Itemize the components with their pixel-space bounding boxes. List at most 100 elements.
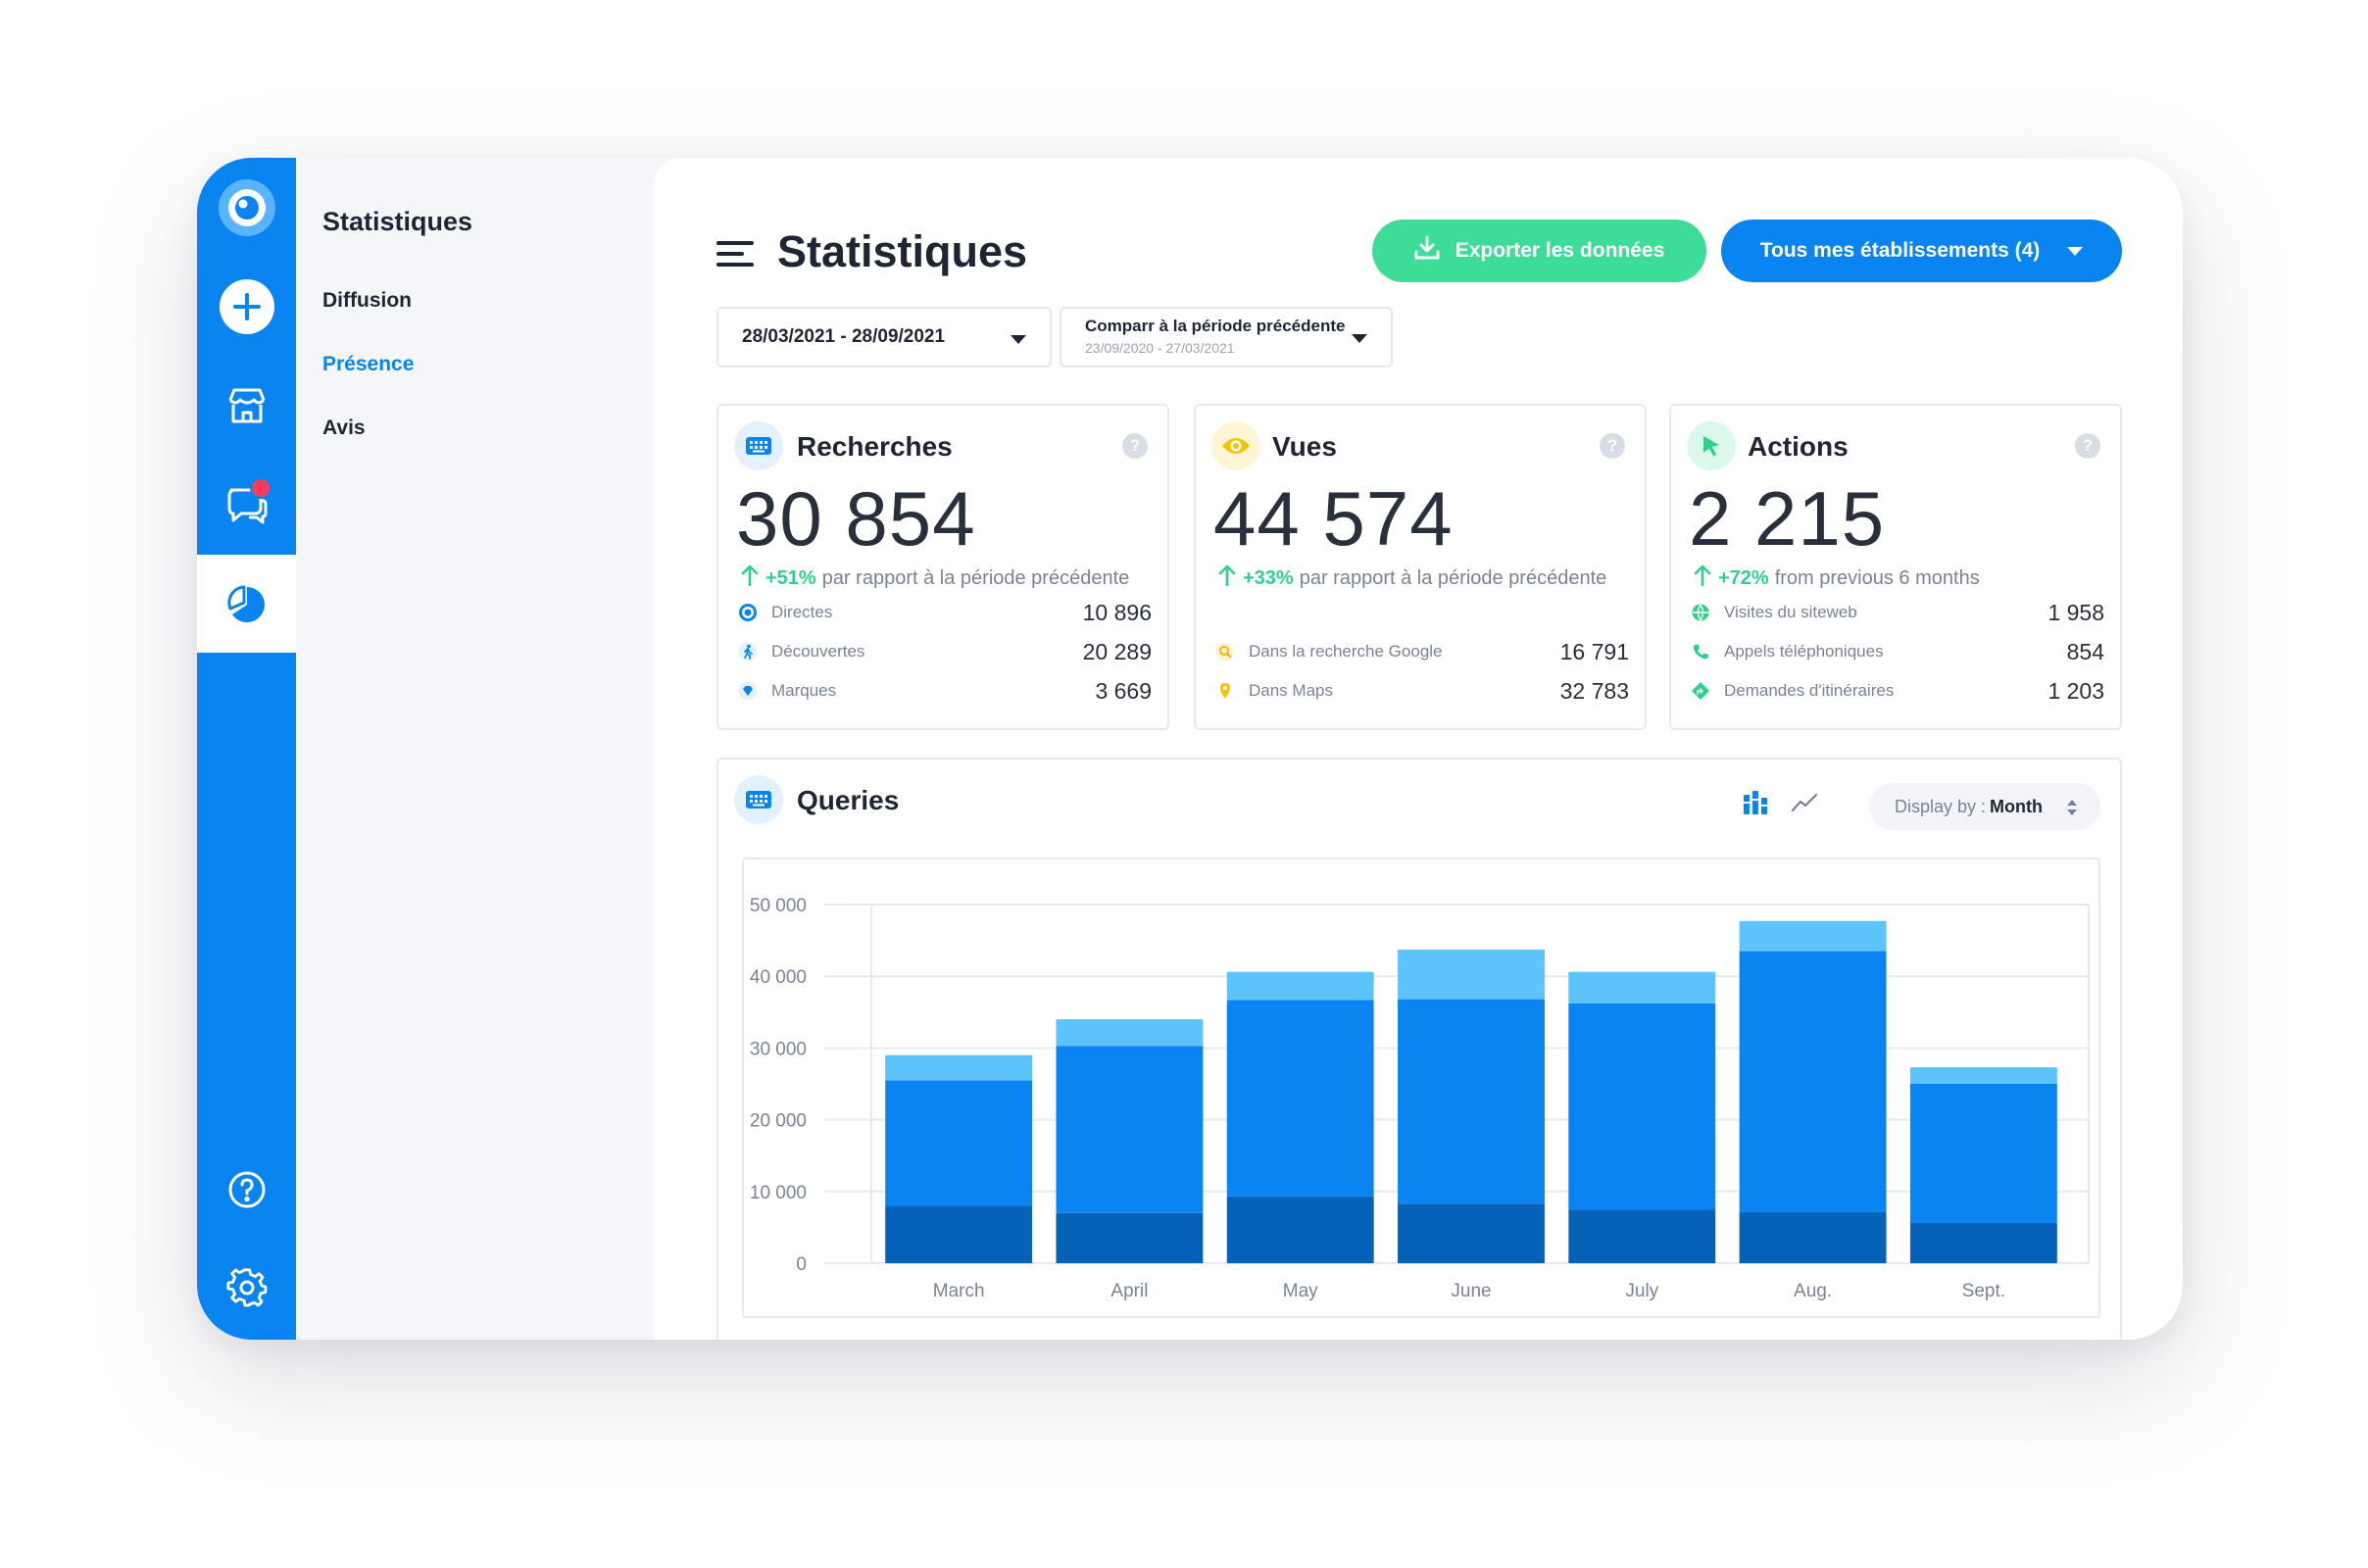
gear-icon <box>225 1267 268 1308</box>
row-label: Découvertes <box>771 642 865 661</box>
y-tick-label: 40 000 <box>750 967 807 988</box>
card-row: Visites du siteweb 1 958 <box>1689 598 2104 627</box>
all-stores-dropdown[interactable]: Tous mes établissements (4) <box>1721 220 2122 282</box>
delta-text: from previous 6 months <box>1774 566 1980 589</box>
diamond-icon <box>736 679 760 703</box>
bar-segment <box>1398 1203 1545 1263</box>
bar-segment <box>1739 951 1887 1213</box>
subnav-item-avis[interactable]: Avis <box>322 416 366 440</box>
rail-settings-button[interactable] <box>197 1238 296 1337</box>
notification-dot <box>250 477 271 499</box>
delta-text: par rapport à la période précédente <box>821 566 1130 589</box>
question-icon[interactable]: ? <box>1600 433 1625 459</box>
y-tick-label: 10 000 <box>750 1183 807 1203</box>
card-row: Marques 3 669 <box>736 676 1152 706</box>
walker-icon <box>736 640 760 663</box>
bar-segment <box>885 1205 1033 1263</box>
card-value: 44 574 <box>1213 475 1454 562</box>
row-value: 3 669 <box>1095 677 1152 704</box>
delta-percent: +33% <box>1243 566 1294 589</box>
subnav-item-presence[interactable]: Présence <box>322 353 414 376</box>
y-tick-label: 0 <box>796 1254 807 1275</box>
display-by-value: Month <box>1990 796 2044 816</box>
bar-chart-icon <box>1742 789 1769 821</box>
rail-logo[interactable] <box>197 158 296 257</box>
stat-card-vues: Vues ? 44 574 +33% par rapport à la péri… <box>1194 404 1647 730</box>
caret-down-icon <box>1011 335 1026 344</box>
stat-card-actions: Actions ? 2 215 +72% from previous 6 mon… <box>1669 404 2122 730</box>
export-data-button[interactable]: Exporter les données <box>1372 220 1706 282</box>
row-value: 1 958 <box>2047 599 2104 625</box>
icon-rail <box>197 158 296 1340</box>
delta-percent: +72% <box>1718 566 1769 589</box>
arrow-up-icon <box>1693 564 1712 592</box>
row-value: 854 <box>2066 638 2104 664</box>
rail-messages-button[interactable] <box>197 455 296 554</box>
menu-icon[interactable] <box>716 240 754 268</box>
card-title: Recherches <box>797 431 953 462</box>
bar-chart-toggle[interactable] <box>1740 789 1771 820</box>
queries-panel: Queries Display by : Month 50 000 40 000… <box>716 758 2122 1340</box>
question-icon[interactable]: ? <box>1122 433 1148 459</box>
bar-cap <box>885 1054 1033 1063</box>
row-label: Appels téléphoniques <box>1724 642 1884 661</box>
caret-down-icon <box>1352 334 1367 343</box>
globe-icon <box>1689 601 1712 624</box>
stat-card-recherches: Recherches ? 30 854 +51% par rapport à l… <box>716 404 1169 730</box>
bar-segment <box>1909 1223 2057 1263</box>
rail-add-button[interactable] <box>197 257 296 356</box>
page-title: Statistiques <box>777 226 1028 276</box>
card-row: Appels téléphoniques 854 <box>1689 637 2104 666</box>
card-value: 30 854 <box>736 475 976 562</box>
card-row: Demandes d'itinéraires 1 203 <box>1689 676 2104 706</box>
rail-help-button[interactable] <box>197 1140 296 1239</box>
rail-store-button[interactable] <box>197 356 296 455</box>
row-label: Directes <box>771 603 833 621</box>
compare-period-select[interactable]: Comparr à la période précédente 23/09/20… <box>1060 307 1393 368</box>
card-row: Directes 10 896 <box>736 598 1152 627</box>
bar-segment <box>1398 999 1545 1204</box>
bar-segment <box>1568 1004 1716 1210</box>
date-range-value: 28/03/2021 - 28/09/2021 <box>742 326 946 347</box>
x-tick-label: Sept. <box>1962 1281 2005 1301</box>
row-label: Demandes d'itinéraires <box>1724 681 1895 700</box>
card-value: 2 215 <box>1689 475 1886 562</box>
subnav-item-diffusion[interactable]: Diffusion <box>322 289 412 313</box>
delta-text: par rapport à la période précédente <box>1299 566 1607 589</box>
all-stores-label: Tous mes établissements (4) <box>1759 239 2041 262</box>
display-by-prefix: Display by : <box>1895 796 1987 816</box>
keyboard-icon <box>734 775 783 824</box>
question-icon[interactable]: ? <box>2075 433 2100 459</box>
bar-segment <box>1568 1209 1716 1263</box>
compare-period-range: 23/09/2020 - 27/03/2021 <box>1085 340 1235 356</box>
keyboard-icon <box>734 421 783 470</box>
sub-navigation: Statistiques Diffusion Présence Avis <box>296 158 654 1340</box>
card-delta: +72% from previous 6 months <box>1693 564 1980 592</box>
rail-statistics-button[interactable] <box>197 555 296 654</box>
target-icon <box>736 601 760 624</box>
subnav-title: Statistiques <box>322 207 473 236</box>
date-range-select[interactable]: 28/03/2021 - 28/09/2021 <box>716 307 1052 368</box>
row-value: 32 783 <box>1559 677 1629 704</box>
row-value: 16 791 <box>1559 638 1629 664</box>
bar-segment <box>1739 1212 1887 1263</box>
card-row: Découvertes 20 289 <box>736 637 1152 666</box>
arrow-up-icon <box>740 564 760 592</box>
map-pin-icon <box>1213 679 1237 703</box>
line-chart-toggle[interactable] <box>1789 789 1820 820</box>
bar-segment <box>1226 1196 1374 1263</box>
bar-cap <box>1909 1067 2057 1076</box>
bar-segment <box>1226 1000 1374 1197</box>
row-value: 1 203 <box>2047 677 2104 704</box>
bar-cap <box>1568 971 1716 980</box>
x-tick-label: April <box>1110 1281 1148 1301</box>
sort-arrows-icon <box>2065 798 2079 822</box>
x-tick-label: Aug. <box>1794 1281 1832 1301</box>
x-tick-label: July <box>1625 1281 1658 1301</box>
queries-bar-chart: 50 000 40 000 30 000 20 000 10 000 0 March Apri… <box>750 896 2090 1301</box>
row-label: Marques <box>771 681 837 700</box>
bar-cap <box>1226 971 1374 980</box>
display-by-select[interactable]: Display by : Month <box>1869 783 2100 830</box>
card-row: Dans Maps 32 783 <box>1213 676 1629 706</box>
bar-cap <box>1398 950 1545 958</box>
